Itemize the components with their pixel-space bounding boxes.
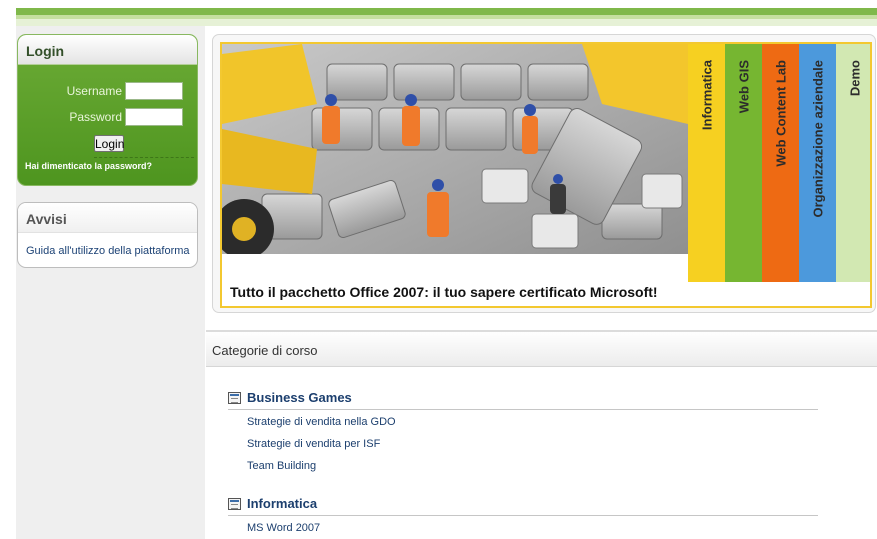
tab-label: Informatica [699,60,714,131]
username-row: Username [18,82,197,100]
tab-web-content-lab[interactable]: Web Content Lab [762,44,799,282]
username-input[interactable] [125,82,183,100]
avvisi-title: Avvisi [18,203,197,233]
course-link[interactable]: Strategie di vendita nella GDO [247,416,396,428]
password-input[interactable] [125,108,183,126]
login-box: Login Username Password Login Hai diment… [17,34,198,186]
tab-label: Organizzazione aziendale [810,60,825,218]
category-name[interactable]: Business Games [247,390,352,405]
category-folder-icon [228,498,241,510]
login-title: Login [18,35,197,65]
course-link[interactable]: Team Building [247,460,316,472]
platform-guide-link[interactable]: Guida all'utilizzo della piattaforma [26,245,190,257]
banner-caption: Tutto il pacchetto Office 2007: il tuo s… [230,284,658,300]
tab-web-gis[interactable]: Web GIS [725,44,762,282]
banner[interactable]: Informatica Web GIS Web Content Lab Orga… [220,42,872,308]
tab-label: Web GIS [736,60,751,114]
forgot-divider [94,157,194,158]
top-green-bar [16,8,877,26]
category-name[interactable]: Informatica [247,496,317,511]
tab-label: Demo [847,60,862,97]
avvisi-box: Avvisi Guida all'utilizzo della piattafo… [17,202,198,268]
category-folder-icon [228,392,241,404]
tab-label: Web Content Lab [773,60,788,167]
forgot-password-link[interactable]: Hai dimenticato la password? [25,161,152,171]
banner-keyboard-image [222,44,688,259]
username-label: Username [66,84,122,98]
password-label: Password [69,110,122,124]
login-button[interactable]: Login [94,135,124,152]
password-row: Password [18,108,197,126]
categories-header: Categorie di corso [206,330,877,367]
categories-title: Categorie di corso [212,343,318,358]
category-informatica[interactable]: Informatica [228,496,818,516]
course-link[interactable]: MS Word 2007 [247,522,320,534]
course-link[interactable]: Strategie di vendita per ISF [247,438,380,450]
tab-demo[interactable]: Demo [836,44,870,282]
tab-informatica[interactable]: Informatica [688,44,725,282]
tab-organizzazione-aziendale[interactable]: Organizzazione aziendale [799,44,836,282]
category-business-games[interactable]: Business Games [228,390,818,410]
